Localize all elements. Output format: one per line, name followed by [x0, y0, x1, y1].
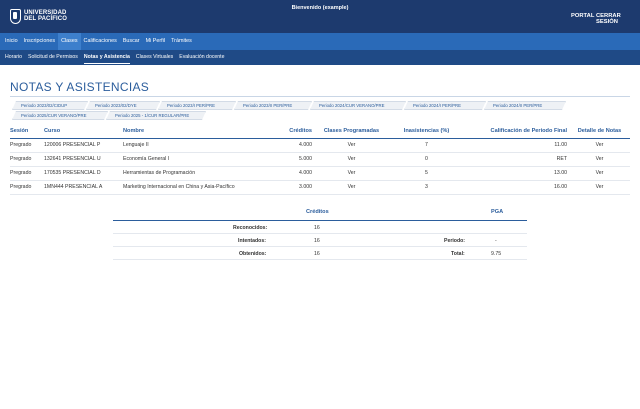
period-tab[interactable]: Periodo 2024/II PER/PRE: [484, 101, 566, 110]
summary-row-reconocidos: Reconocidos: 16: [113, 221, 527, 234]
period-tab[interactable]: Periodo 2025/CUR VERANO/PRE: [12, 111, 108, 120]
creditos-header: Créditos: [306, 209, 329, 215]
sub-menu: Horario Solicitud de Permisos Notas y As…: [0, 50, 640, 65]
main-menu: Inicio Inscripciones Clases Calificacion…: [0, 33, 640, 50]
header-creditos: Créditos: [257, 124, 314, 139]
cell-nombre: Economía General I: [123, 152, 257, 167]
header-inasistencias: Inasistencias (%): [389, 124, 464, 139]
period-tab[interactable]: Periodo 2023/02/DYE: [86, 101, 160, 110]
cell-calificacion: 16.00: [464, 180, 569, 195]
menu-item-mi-perfil[interactable]: Mi Perfil: [143, 33, 168, 50]
header-detalle: Detalle de Notas: [569, 124, 630, 139]
clases-ver-link[interactable]: Ver: [314, 152, 389, 167]
logo-line-2: DEL PACÍFICO: [24, 16, 67, 22]
grades-table: Sesión Curso Nombre Créditos Clases Prog…: [10, 124, 630, 195]
cell-creditos: 3.000: [257, 180, 314, 195]
menu-item-buscar[interactable]: Buscar: [120, 33, 143, 50]
inasistencias-link[interactable]: 7: [389, 138, 464, 153]
menu-item-inscripciones[interactable]: Inscripciones: [21, 33, 58, 50]
inasistencias-link[interactable]: 0: [389, 152, 464, 167]
summary-table: Créditos PGA Reconocidos: 16 Intentados:…: [113, 206, 527, 260]
cell-calificacion: 11.00: [464, 138, 569, 153]
cell-sesion: Pregrado: [10, 166, 44, 181]
submenu-item-clases-virtuales[interactable]: Clases Virtuales: [133, 50, 176, 65]
cell-sesion: Pregrado: [10, 152, 44, 167]
page-title: NOTAS Y ASISTENCIAS: [10, 80, 150, 94]
top-header: UNIVERSIDAD DEL PACÍFICO Bienvenido (exa…: [0, 0, 640, 33]
period-tab[interactable]: Periodo 2025 - 1/CUR REGULAR/PRE: [106, 111, 206, 120]
intentados-label: Intentados:: [238, 237, 266, 244]
period-tab[interactable]: Periodo 2024/CUR VERANO/PRE: [310, 101, 406, 110]
detalle-ver-link[interactable]: Ver: [569, 166, 630, 181]
header-curso: Curso: [44, 124, 123, 139]
period-tab[interactable]: Periodo 2023/02/CIDUP: [12, 101, 88, 110]
table-row: Pregrado 120006 PRESENCIAL P Lenguaje II…: [10, 138, 630, 153]
header-calificacion: Calificación de Periodo Final: [464, 124, 569, 139]
header-sesion: Sesión: [10, 124, 44, 139]
title-divider: [10, 96, 630, 97]
cell-creditos: 4.000: [257, 138, 314, 153]
cell-curso: 132641 PRESENCIAL U: [44, 152, 123, 167]
menu-item-clases[interactable]: Clases: [58, 33, 81, 50]
submenu-item-notas-asistencia[interactable]: Notas y Asistencia: [81, 50, 133, 65]
table-row: Pregrado 132641 PRESENCIAL U Economía Ge…: [10, 152, 630, 167]
reconocidos-label: Reconocidos:: [233, 224, 268, 231]
clases-ver-link[interactable]: Ver: [314, 138, 389, 153]
cell-nombre: Marketing Internacional en China y Asia-…: [123, 180, 257, 195]
submenu-item-solicitud-permisos[interactable]: Solicitud de Permisos: [25, 50, 81, 65]
cell-sesion: Pregrado: [10, 180, 44, 195]
table-row: Pregrado 1MN444 PRESENCIAL A Marketing I…: [10, 180, 630, 195]
total-label: Total:: [451, 250, 465, 257]
menu-item-tramites[interactable]: Trámites: [168, 33, 195, 50]
clases-ver-link[interactable]: Ver: [314, 166, 389, 181]
period-tab[interactable]: Periodo 2023/II PER/PRE: [234, 101, 312, 110]
menu-item-inicio[interactable]: Inicio: [2, 33, 21, 50]
logout-link[interactable]: CERRAR SESIÓN: [596, 13, 640, 25]
summary-row-obtenidos: Obtenidos: 16 Total: 9.75: [113, 247, 527, 260]
cell-sesion: Pregrado: [10, 138, 44, 153]
cell-curso: 170535 PRESENCIAL D: [44, 166, 123, 181]
periodo-value: -: [495, 237, 497, 244]
inasistencias-link[interactable]: 3: [389, 180, 464, 195]
obtenidos-label: Obtenidos:: [239, 250, 267, 257]
summary-row-intentados: Intentados: 16 Periodo: -: [113, 234, 527, 247]
periodo-label: Periodo:: [444, 237, 466, 244]
welcome-message: Bienvenido (example): [291, 5, 349, 11]
submenu-item-evaluacion-docente[interactable]: Evaluación docente: [176, 50, 227, 65]
inasistencias-link[interactable]: 5: [389, 166, 464, 181]
cell-creditos: 4.000: [257, 166, 314, 181]
reconocidos-value: 16: [314, 224, 320, 231]
detalle-ver-link[interactable]: Ver: [569, 152, 630, 167]
pga-header: PGA: [491, 209, 504, 215]
obtenidos-value: 16: [314, 250, 320, 257]
portal-link[interactable]: PORTAL: [571, 13, 594, 19]
cell-nombre: Herramientas de Programación: [123, 166, 257, 181]
summary-header: Créditos PGA: [113, 206, 527, 221]
table-row: Pregrado 170535 PRESENCIAL D Herramienta…: [10, 166, 630, 181]
table-header-row: Sesión Curso Nombre Créditos Clases Prog…: [10, 124, 630, 139]
period-tabs: Periodo 2023/02/CIDUP Periodo 2023/02/DY…: [12, 101, 630, 121]
clases-ver-link[interactable]: Ver: [314, 180, 389, 195]
period-tab[interactable]: Periodo 2023/I PER/PRE: [158, 101, 236, 110]
intentados-value: 16: [314, 237, 320, 244]
cell-nombre: Lenguaje II: [123, 138, 257, 153]
submenu-item-horario[interactable]: Horario: [2, 50, 25, 65]
total-value: 9.75: [491, 250, 502, 257]
menu-item-calificaciones[interactable]: Calificaciones: [81, 33, 120, 50]
cell-creditos: 5.000: [257, 152, 314, 167]
header-clases-programadas: Clases Programadas: [314, 124, 389, 139]
header-nombre: Nombre: [123, 124, 257, 139]
detalle-ver-link[interactable]: Ver: [569, 180, 630, 195]
cell-curso: 120006 PRESENCIAL P: [44, 138, 123, 153]
cell-calificacion: 13.00: [464, 166, 569, 181]
cell-calificacion: RET: [464, 152, 569, 167]
detalle-ver-link[interactable]: Ver: [569, 138, 630, 153]
cell-curso: 1MN444 PRESENCIAL A: [44, 180, 123, 195]
period-tab[interactable]: Periodo 2024/I PER/PRE: [404, 101, 486, 110]
